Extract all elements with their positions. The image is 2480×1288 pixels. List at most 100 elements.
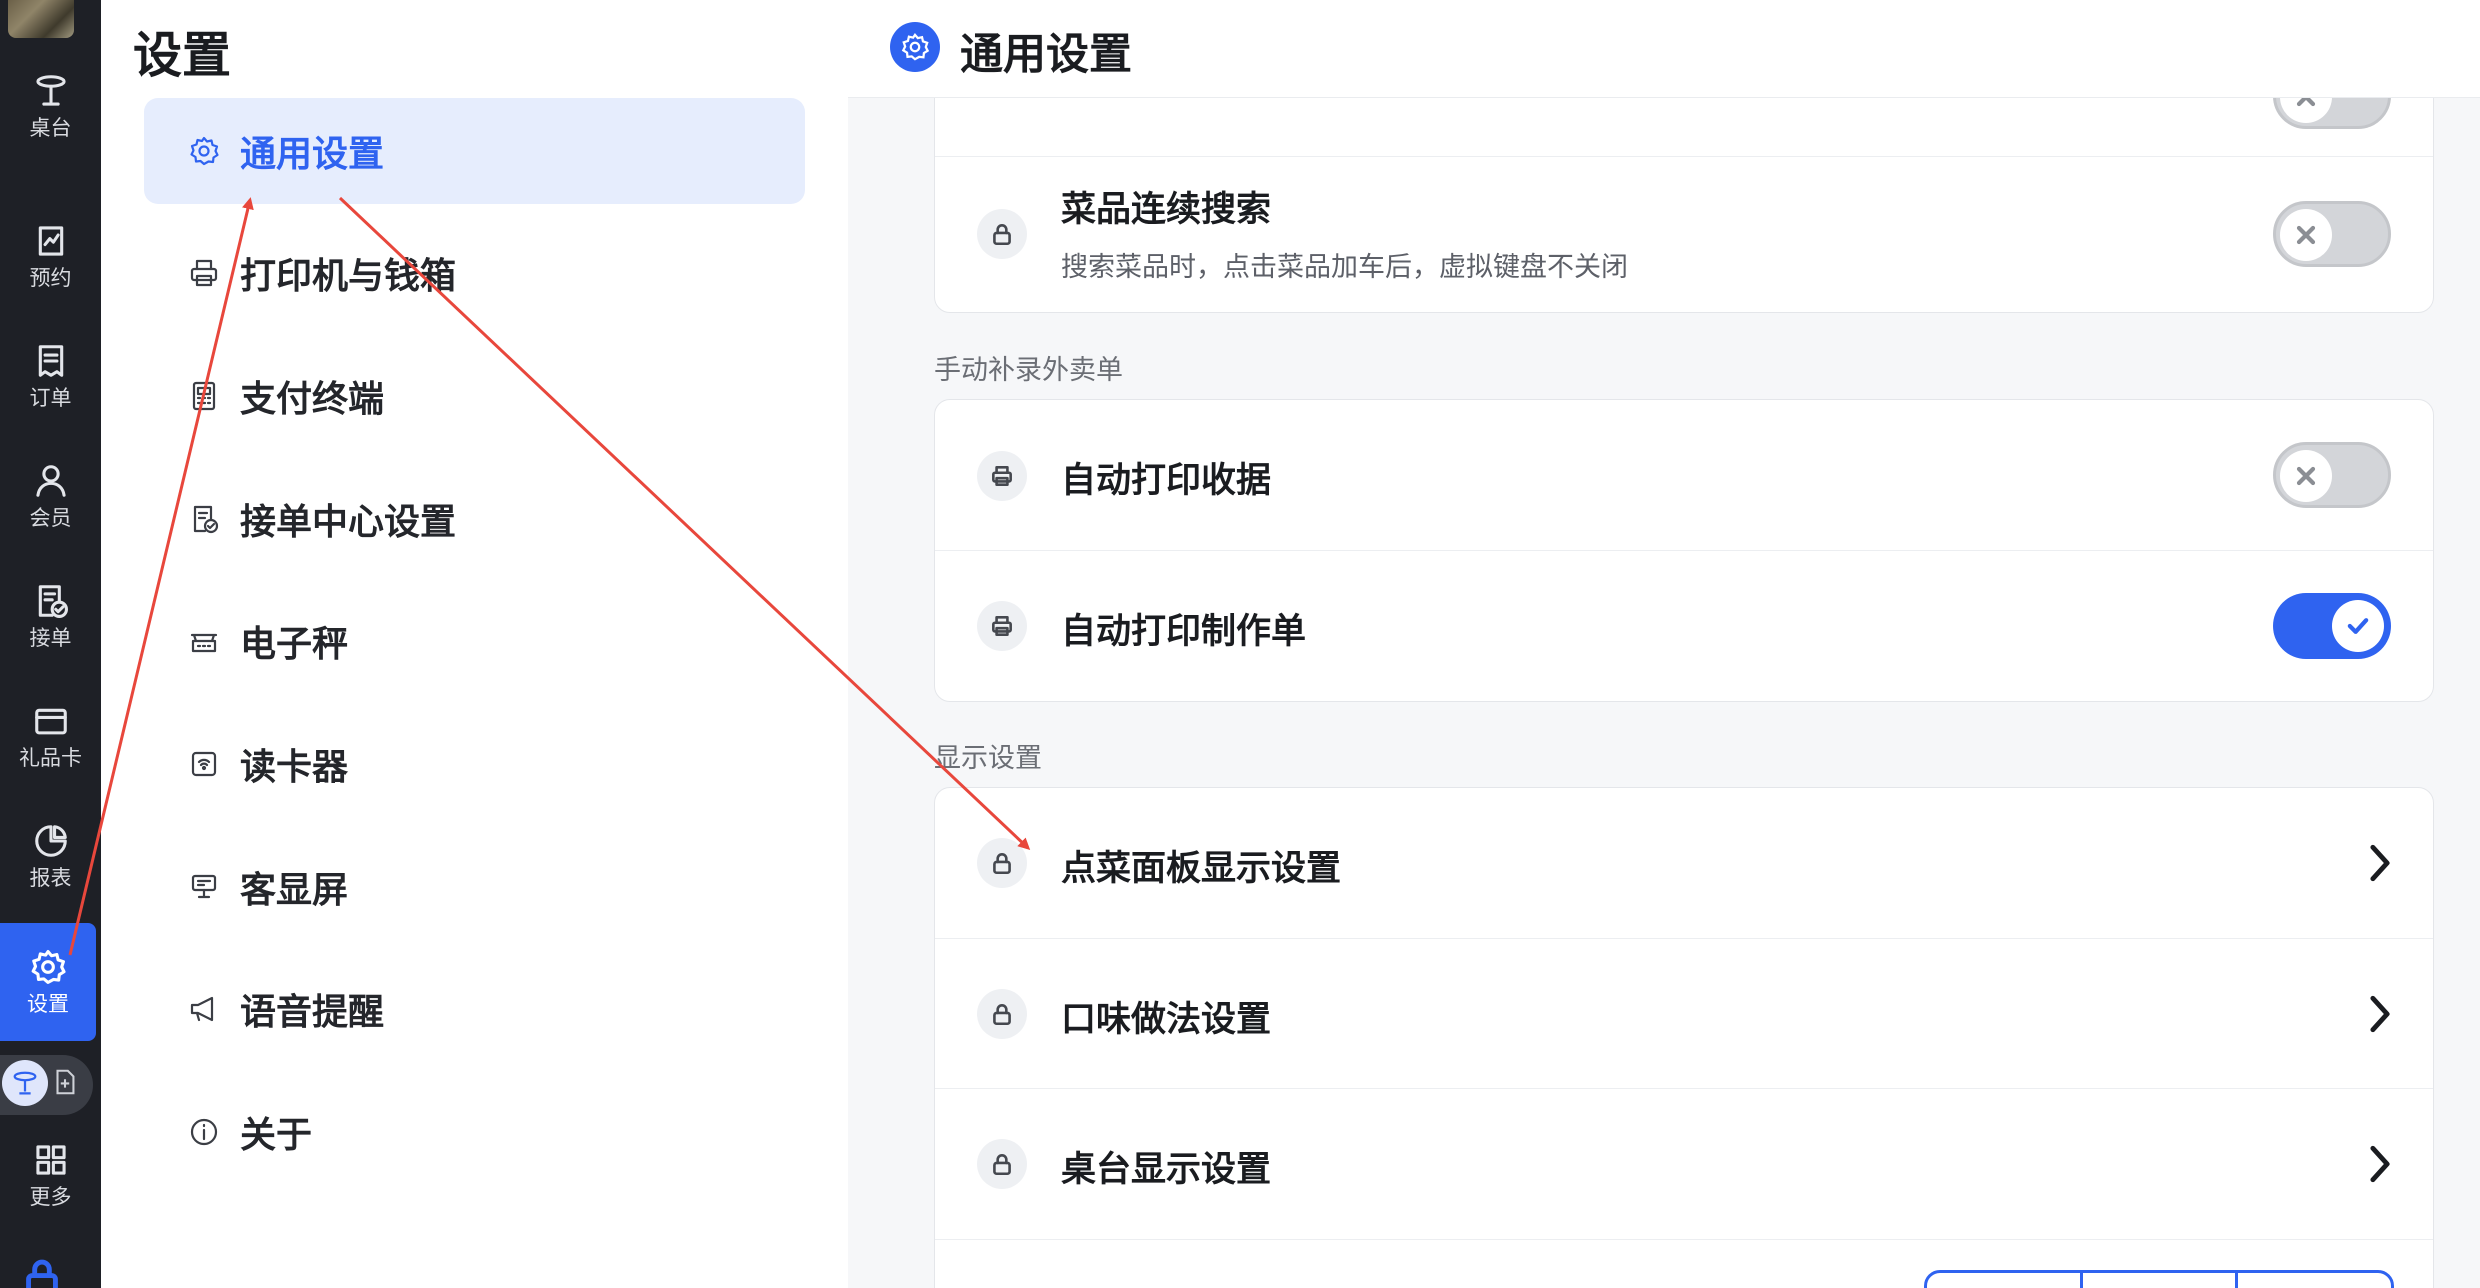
rail-item-gift-card[interactable]: 礼品卡 <box>0 677 101 795</box>
grid-icon <box>35 1145 66 1175</box>
menu-item-label: 打印机与钱箱 <box>240 256 457 297</box>
segment[interactable] <box>2083 1273 2239 1288</box>
table-icon <box>35 75 66 106</box>
menu-item-label: 客显屏 <box>240 870 349 911</box>
rail-item-label: 桌台 <box>29 116 72 140</box>
menu-item-label: 电子秤 <box>240 624 349 665</box>
menu-item-scale[interactable]: 电子秤 <box>144 588 805 694</box>
rail-item-orders[interactable]: 订单 <box>0 317 101 435</box>
rail-item-label: 更多 <box>29 1185 72 1209</box>
toggle-switch[interactable] <box>2273 593 2391 659</box>
settings-content: 通用设置 菜品连续搜索 搜索菜品时，点击菜品加车后，虚拟键盘不关闭 手动补录外卖… <box>848 0 2480 1288</box>
toggle-switch[interactable] <box>2273 442 2391 508</box>
rail-item-label: 接单 <box>29 626 72 650</box>
rail-item-settings[interactable]: 设置 <box>0 923 96 1041</box>
menu-item-label: 接单中心设置 <box>240 502 457 543</box>
row-title: 桌台显示设置 <box>1061 1150 1272 1190</box>
lock-icon <box>977 838 1027 888</box>
printer-icon <box>977 451 1027 501</box>
settings-row-menu-panel-display[interactable]: 点菜面板显示设置 <box>935 788 2433 939</box>
main-nav-rail: 桌台 预约 订单 会员 接单 礼品卡 报表 设置 更多 <box>0 0 101 1288</box>
gear-icon <box>188 135 228 167</box>
lock-icon <box>977 1139 1027 1189</box>
settings-row-table-display[interactable]: 桌台显示设置 <box>935 1089 2433 1240</box>
customer-display-icon <box>188 871 228 903</box>
menu-item-label: 读卡器 <box>240 747 349 788</box>
settings-row-flavor-method[interactable]: 口味做法设置 <box>935 939 2433 1089</box>
printer-icon <box>977 601 1027 651</box>
settings-card-display: 点菜面板显示设置 口味做法设置 桌台显示设置 <box>934 787 2434 1288</box>
close-icon <box>2280 450 2332 502</box>
lock-icon[interactable] <box>22 1256 62 1288</box>
segment[interactable] <box>1927 1273 2083 1288</box>
lock-icon <box>977 989 1027 1039</box>
settings-card-takeout: 自动打印收据 自动打印制作单 <box>934 399 2434 702</box>
rail-item-label: 预约 <box>29 266 72 290</box>
add-document-icon <box>50 1067 82 1099</box>
check-icon <box>2332 600 2384 652</box>
close-icon <box>2280 209 2332 261</box>
gear-icon <box>890 22 940 72</box>
printer-icon <box>188 257 228 289</box>
menu-item-label: 关于 <box>240 1115 313 1156</box>
rail-item-label: 礼品卡 <box>19 746 82 770</box>
segment[interactable] <box>2238 1273 2391 1288</box>
chevron-right-icon <box>2365 994 2395 1034</box>
content-header: 通用设置 <box>848 0 2480 98</box>
rail-item-more[interactable]: 更多 <box>0 1130 101 1220</box>
rail-item-label: 订单 <box>29 386 72 410</box>
menu-item-voice-reminder[interactable]: 语音提醒 <box>144 956 805 1062</box>
section-label-display: 显示设置 <box>934 743 1042 774</box>
rail-item-label: 报表 <box>29 866 72 890</box>
scale-icon <box>188 625 228 657</box>
menu-item-card-reader[interactable]: 读卡器 <box>144 711 805 817</box>
app-window: 桌台 预约 订单 会员 接单 礼品卡 报表 设置 更多 设置 通用设置 打印机与… <box>0 0 2480 1288</box>
menu-item-order-center[interactable]: 接单中心设置 <box>144 466 805 572</box>
menu-item-label: 支付终端 <box>240 379 385 420</box>
row-title: 菜品连续搜索 <box>1061 190 1272 230</box>
chevron-right-icon <box>2365 1144 2395 1184</box>
row-title: 自动打印制作单 <box>1061 612 1307 652</box>
settings-row-auto-print-receipt[interactable]: 自动打印收据 <box>935 400 2433 551</box>
gear-icon <box>31 950 66 984</box>
menu-item-label: 语音提醒 <box>240 992 385 1033</box>
settings-row-continuous-search[interactable]: 菜品连续搜索 搜索菜品时，点击菜品加车后，虚拟键盘不关闭 <box>935 157 2433 312</box>
settings-row-auto-print-kitchen[interactable]: 自动打印制作单 <box>935 551 2433 701</box>
rail-item-label: 设置 <box>27 992 69 1016</box>
order-icon <box>38 345 63 377</box>
page-title: 设置 <box>133 27 232 84</box>
rail-item-member[interactable]: 会员 <box>0 437 101 555</box>
reservation-icon <box>38 226 63 256</box>
rail-item-label: 会员 <box>29 506 72 530</box>
menu-item-general[interactable]: 通用设置 <box>144 98 805 204</box>
menu-item-payment-terminal[interactable]: 支付终端 <box>144 343 805 449</box>
menu-item-label: 通用设置 <box>240 134 385 175</box>
order-center-icon <box>188 503 228 535</box>
accept-order-icon <box>38 585 68 618</box>
rail-item-reservation[interactable]: 预约 <box>0 197 101 315</box>
member-icon <box>35 465 66 497</box>
settings-menu: 设置 通用设置 打印机与钱箱 支付终端 接单中心设置 电子秤 读卡器 客显屏 语… <box>101 0 848 1288</box>
segmented-control[interactable] <box>1924 1270 2394 1288</box>
menu-item-printer[interactable]: 打印机与钱箱 <box>144 220 805 326</box>
lock-icon <box>977 209 1027 259</box>
payment-terminal-icon <box>188 380 228 412</box>
rail-item-report[interactable]: 报表 <box>0 797 101 915</box>
mode-switch[interactable] <box>0 1055 93 1115</box>
store-avatar[interactable] <box>8 0 74 38</box>
rail-item-accept-order[interactable]: 接单 <box>0 557 101 675</box>
row-title: 自动打印收据 <box>1061 461 1272 501</box>
section-label-takeout: 手动补录外卖单 <box>934 355 1123 386</box>
row-title: 口味做法设置 <box>1061 1000 1272 1040</box>
table-mode-icon <box>2 1060 48 1106</box>
row-title: 点菜面板显示设置 <box>1061 849 1342 889</box>
card-reader-icon <box>188 748 228 780</box>
menu-item-customer-display[interactable]: 客显屏 <box>144 834 805 940</box>
gift-card-icon <box>34 708 67 735</box>
rail-item-table[interactable]: 桌台 <box>0 47 101 165</box>
report-icon <box>34 825 67 857</box>
row-subtitle: 搜索菜品时，点击菜品加车后，虚拟键盘不关闭 <box>1061 252 1628 283</box>
menu-item-about[interactable]: 关于 <box>144 1079 805 1185</box>
toggle-switch[interactable] <box>2273 201 2391 267</box>
megaphone-icon <box>188 993 228 1025</box>
